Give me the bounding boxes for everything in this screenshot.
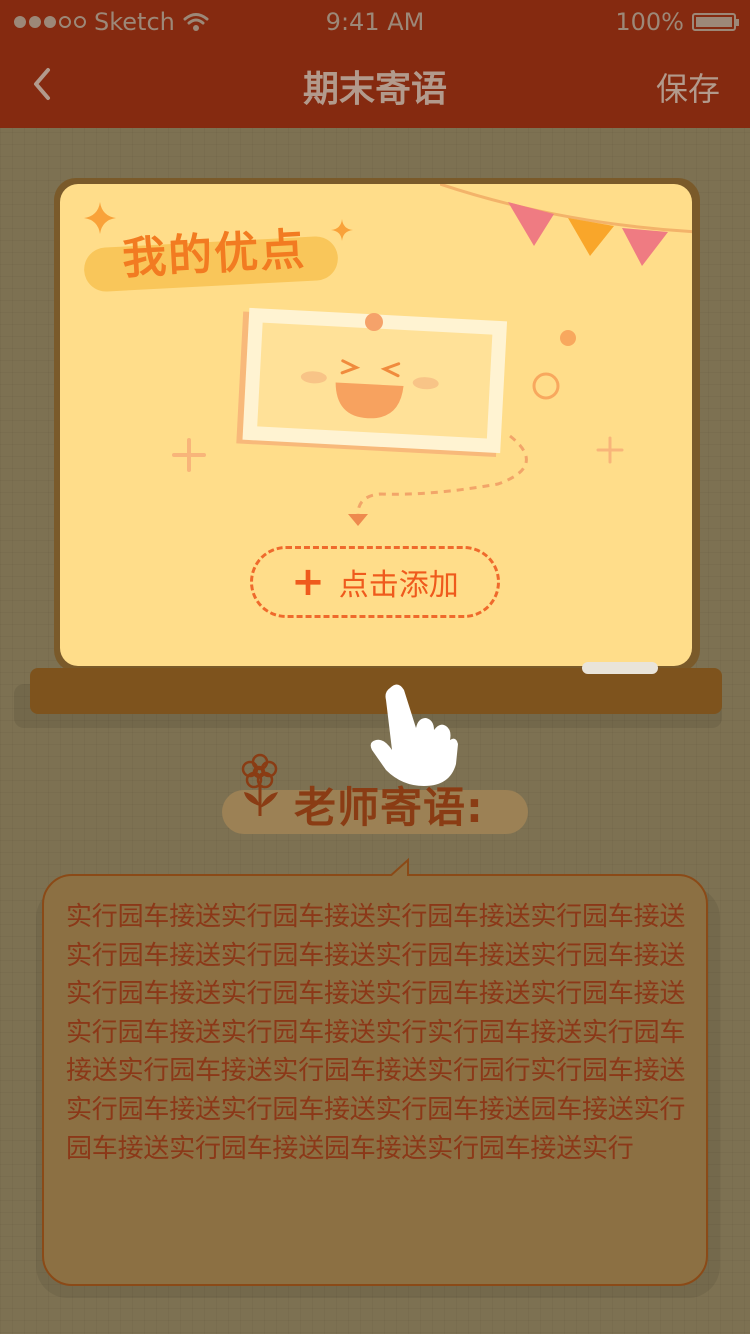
add-merit-button[interactable]: + 点击添加 [250, 546, 500, 618]
back-button[interactable] [24, 60, 64, 108]
plus-decoration-left [172, 438, 206, 472]
status-right: 100% [615, 8, 739, 36]
navigation-bar: 期末寄语 保存 [0, 40, 750, 128]
battery-icon [692, 13, 739, 31]
chalk-stick [582, 662, 658, 674]
merits-board: 我的优点 + 点击添加 [60, 184, 692, 666]
plus-decoration-right [596, 436, 624, 464]
circle-decoration [532, 330, 576, 400]
add-merit-label: 点击添加 [338, 568, 459, 603]
sparkle-icon [84, 202, 116, 234]
plus-icon: + [291, 559, 325, 605]
save-button[interactable]: 保存 [656, 64, 720, 110]
chevron-left-icon [34, 68, 50, 100]
bunting-decoration [440, 184, 692, 266]
bubble-tail [386, 858, 422, 880]
smiley-photo-illustration [236, 307, 528, 526]
small-sparkle-icon [331, 219, 353, 241]
flower-icon [241, 753, 278, 816]
battery-percent: 100% [615, 8, 684, 36]
status-bar: Sketch 9:41 AM 100% [0, 0, 750, 40]
page-title: 期末寄语 [302, 69, 447, 110]
teacher-message: 实行园车接送实行园车接送实行园车接送实行园车接送实行园车接送实行园车接送实行园车… [66, 902, 686, 1164]
teacher-message-bubble: 实行园车接送实行园车接送实行园车接送实行园车接送实行园车接送实行园车接送实行园车… [42, 858, 708, 1286]
board-title: 我的优点 [121, 224, 308, 285]
tap-hand-icon [370, 684, 458, 786]
